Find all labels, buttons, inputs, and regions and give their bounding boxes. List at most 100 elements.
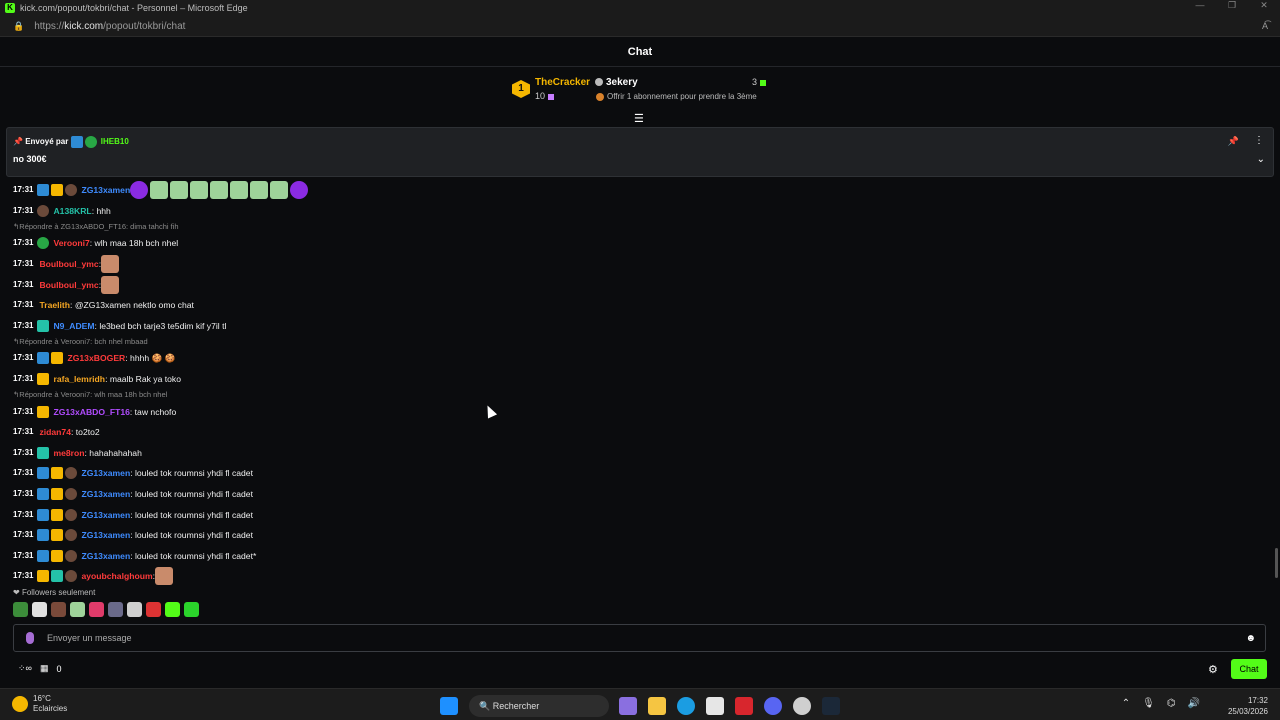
clock[interactable]: 17:32 25/03/2026 xyxy=(1228,695,1268,717)
message-username[interactable]: Boulboul_ymc xyxy=(39,257,98,271)
chat-message[interactable]: 17:31 Boulboul_ymc: xyxy=(13,274,1253,295)
chat-message[interactable]: 17:31 ZG13xamen: louled tok roumnsi yhdi … xyxy=(13,525,1253,546)
discord-icon[interactable] xyxy=(764,697,782,715)
message-username[interactable]: A138KRL xyxy=(53,204,91,218)
leader-first-name[interactable]: TheCracker xyxy=(535,77,590,88)
emote-icon[interactable] xyxy=(127,602,142,617)
chat-title: Chat xyxy=(0,37,1280,67)
chat-send-button[interactable]: Chat xyxy=(1231,659,1267,679)
close-icon[interactable]: ✕ xyxy=(1248,0,1280,11)
pinned-message[interactable]: 📌 Envoyé par IHEB10 no 300€ 📌 ⋮ ⌄ xyxy=(6,127,1274,177)
badge-icon xyxy=(37,204,50,217)
more-icon[interactable]: ⋮ xyxy=(1254,135,1264,146)
message-time: 17:31 xyxy=(13,279,34,289)
badge-icon xyxy=(65,488,78,501)
message-username[interactable]: N9_ADEM xyxy=(53,319,94,333)
message-username[interactable]: ZG13xamen xyxy=(81,487,130,501)
chat-message[interactable]: 17:31 ZG13xBOGER: hhhh 🍪 🍪 xyxy=(13,348,1253,369)
badge-icon xyxy=(51,184,64,197)
url-path: /popout/tokbri/chat xyxy=(103,20,186,32)
message-username[interactable]: Boulboul_ymc xyxy=(39,278,98,292)
volume-icon[interactable]: 🔊 xyxy=(1188,698,1200,709)
pin-icon[interactable]: 📌 xyxy=(1228,136,1239,147)
emote-icon[interactable] xyxy=(13,602,28,617)
chat-message[interactable]: 17:31 ZG13xABDO_FT16: taw nchofo xyxy=(13,401,1253,422)
filter-icon[interactable]: ☰ xyxy=(634,112,644,125)
emote-icon xyxy=(230,181,249,200)
reply-context[interactable]: ↰ Répondre à Verooni7: wlh maa 18h bch n… xyxy=(13,389,1253,401)
chat-message[interactable]: 17:31 Traelith: @ZG13xamen nektlo omo cha… xyxy=(13,295,1253,316)
mic-icon[interactable] xyxy=(26,632,34,644)
badge-icon xyxy=(65,529,78,542)
chat-message[interactable]: 17:31 ZG13xamen: louled tok roumnsi yhdi … xyxy=(13,546,1253,567)
emote-icon[interactable] xyxy=(165,602,180,617)
message-text: : louled tok roumnsi yhdi fl cadet xyxy=(130,509,253,520)
chat-message[interactable]: 17:31 ayoubchalghoum: xyxy=(13,566,1253,587)
badge-icon xyxy=(65,467,78,480)
address-bar[interactable]: 🔒 https://kick.com/popout/tokbri/chat A͡ xyxy=(0,16,1280,37)
emote-icon[interactable] xyxy=(32,602,47,617)
message-username[interactable]: ZG13xamen xyxy=(81,183,130,197)
chat-message[interactable]: 17:31 zidan74: to2to2 xyxy=(13,422,1253,443)
chat-message[interactable]: 17:31 ZG13xamen: louled tok roumnsi yhdi … xyxy=(13,504,1253,525)
message-username[interactable]: Traelith xyxy=(39,298,70,312)
gear-icon[interactable]: ⚙ xyxy=(1208,663,1218,676)
chat-message[interactable]: 17:31 A138KRL: hhh xyxy=(13,201,1253,222)
message-username[interactable]: ZG13xBOGER xyxy=(67,351,125,365)
store-icon[interactable]: ▦ xyxy=(40,663,49,674)
emote-icon[interactable] xyxy=(51,602,66,617)
kick-points-icon[interactable]: ⁘∞ xyxy=(18,663,32,674)
chat-message[interactable]: 17:31 Verooni7: wlh maa 18h bch nhel xyxy=(13,233,1253,254)
emote-icon xyxy=(101,275,120,294)
chat-message[interactable]: 17:31 ZG13xamen: louled tok roumnsi yhdi … xyxy=(13,463,1253,484)
badge-icon xyxy=(37,405,50,418)
chat-message[interactable]: 17:31 N9_ADEM: le3bed bch tarje3 te5dim k… xyxy=(13,316,1253,337)
emote-icon[interactable] xyxy=(184,602,199,617)
chat-message[interactable]: 17:31 Boulboul_ymc: xyxy=(13,254,1253,275)
message-username[interactable]: Verooni7 xyxy=(53,236,89,250)
read-aloud-icon[interactable]: A͡ xyxy=(1262,21,1268,31)
message-username[interactable]: ayoubchalghoum xyxy=(81,569,152,583)
chat-message[interactable]: 17:31 ZG13xamen: louled tok roumnsi yhdi … xyxy=(13,484,1253,505)
gift-offer[interactable]: Offrir 1 abonnement pour prendre la 3ème xyxy=(596,92,757,101)
chat-message[interactable]: 17:31 ZG13xamen xyxy=(13,180,1253,201)
chatgpt-icon[interactable] xyxy=(793,697,811,715)
chat-message[interactable]: 17:31 me8ron: hahahahahah xyxy=(13,443,1253,464)
reply-context[interactable]: ↰ Répondre à Verooni7: bch nhel mbaad xyxy=(13,336,1253,348)
steam-icon[interactable] xyxy=(822,697,840,715)
taskbar-search[interactable]: 🔍 Rechercher xyxy=(469,695,609,717)
leader-second-name[interactable]: 3ekery xyxy=(595,77,638,88)
copilot-icon[interactable] xyxy=(619,697,637,715)
network-icon[interactable]: ⌬ xyxy=(1167,698,1176,709)
acrobat-icon[interactable] xyxy=(735,697,753,715)
emoji-icon[interactable]: ☻ xyxy=(1245,633,1256,644)
minimize-icon[interactable]: — xyxy=(1184,0,1216,11)
message-username[interactable]: ZG13xamen xyxy=(81,508,130,522)
message-username[interactable]: ZG13xABDO_FT16 xyxy=(53,405,129,419)
emote-icon[interactable] xyxy=(89,602,104,617)
message-username[interactable]: ZG13xamen xyxy=(81,549,130,563)
start-icon[interactable] xyxy=(440,697,458,715)
folder-icon[interactable] xyxy=(648,697,666,715)
chevron-down-icon[interactable]: ⌄ xyxy=(1257,154,1265,165)
edge-icon[interactable] xyxy=(677,697,695,715)
chat-message[interactable]: 17:31 rafa_lemridh: maalb Rak ya toko xyxy=(13,369,1253,390)
restore-icon[interactable]: ❐ xyxy=(1216,0,1248,11)
emote-icon[interactable] xyxy=(146,602,161,617)
scrollbar[interactable] xyxy=(1275,548,1278,578)
message-username[interactable]: zidan74 xyxy=(39,425,71,439)
message-username[interactable]: me8ron xyxy=(53,446,84,460)
weather-widget[interactable]: 16°C Eclaircies xyxy=(12,694,67,714)
mic-icon[interactable]: 🎙 xyxy=(1142,698,1155,709)
chevron-up-icon[interactable]: ⌃ xyxy=(1122,698,1130,709)
message-input[interactable]: Envoyer un message ☻ xyxy=(13,624,1266,652)
emote-icon[interactable] xyxy=(108,602,123,617)
message-username[interactable]: ZG13xamen xyxy=(81,466,130,480)
reply-context[interactable]: ↰ Répondre à ZG13xABDO_FT16: dima tahchi… xyxy=(13,221,1253,233)
message-username[interactable]: rafa_lemridh xyxy=(53,372,105,386)
store-icon[interactable] xyxy=(706,697,724,715)
emote-icon xyxy=(270,181,289,200)
emote-icon[interactable] xyxy=(70,602,85,617)
reply-text: Répondre à Verooni7: bch nhel mbaad xyxy=(19,337,148,347)
message-username[interactable]: ZG13xamen xyxy=(81,528,130,542)
